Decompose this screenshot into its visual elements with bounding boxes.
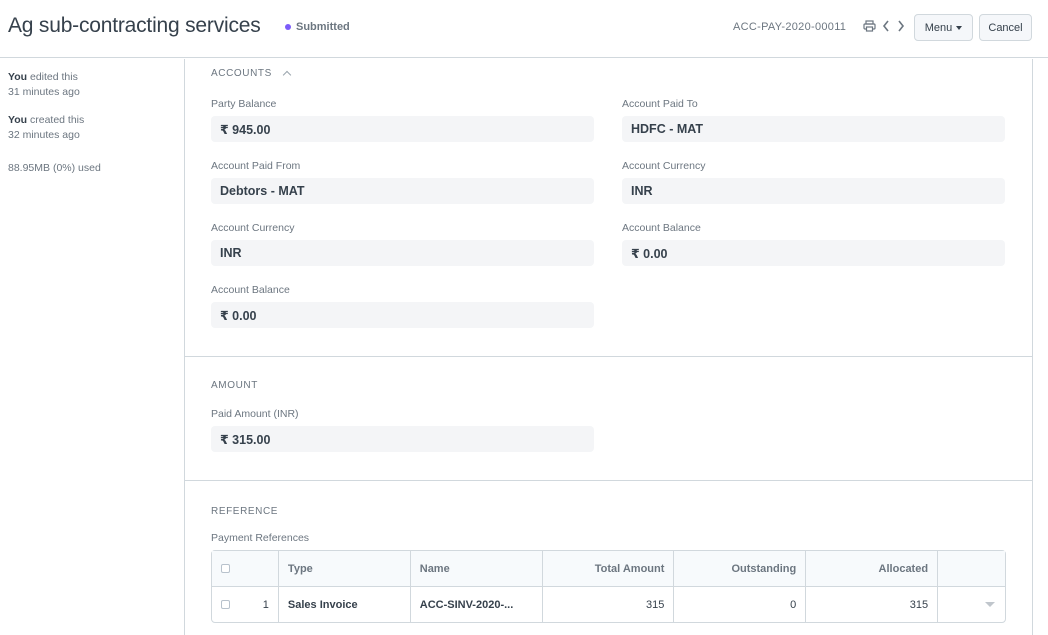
printer-icon[interactable] [862, 17, 876, 35]
party-balance-field: ₹ 945.00 [211, 116, 594, 142]
row-allocated[interactable]: 315 [806, 587, 939, 622]
account-currency-from-label: Account Currency [211, 222, 295, 234]
row-select-cell: 1 [212, 587, 279, 622]
party-balance-label: Party Balance [211, 98, 277, 110]
column-outstanding: Outstanding [674, 551, 807, 586]
form-body: ACCOUNTS Party Balance ₹ 945.00 Account … [184, 59, 1033, 635]
timeline-created: You created this 32 minutes ago [8, 113, 84, 143]
account-paid-to-label: Account Paid To [622, 98, 698, 110]
document-name: ACC-PAY-2020-00011 [733, 21, 847, 33]
edited-by[interactable]: You [8, 71, 27, 83]
paid-amount-field: ₹ 315.00 [211, 426, 594, 452]
status-text: Submitted [296, 21, 350, 33]
account-balance-from-field: ₹ 0.00 [211, 302, 594, 328]
account-balance-from-label: Account Balance [211, 284, 290, 296]
created-time: 32 minutes ago [8, 129, 80, 141]
account-balance-to-field: ₹ 0.00 [622, 240, 1005, 266]
row-checkbox[interactable] [221, 600, 230, 609]
chevron-left-icon[interactable] [879, 17, 893, 35]
account-currency-to-label: Account Currency [622, 160, 706, 172]
amount-section: AMOUNT Paid Amount (INR) ₹ 315.00 [185, 357, 1032, 481]
timeline-edited: You edited this 31 minutes ago [8, 70, 80, 100]
column-total-amount: Total Amount [543, 551, 675, 586]
account-paid-to-field[interactable]: HDFC - MAT [622, 116, 1005, 142]
account-paid-from-label: Account Paid From [211, 160, 301, 172]
table-header-row: Type Name Total Amount Outstanding Alloc… [212, 551, 1005, 587]
menu-button[interactable]: Menu [914, 14, 973, 41]
accounts-section: ACCOUNTS Party Balance ₹ 945.00 Account … [185, 59, 1032, 357]
row-type[interactable]: Sales Invoice [279, 587, 411, 622]
created-by[interactable]: You [8, 114, 27, 126]
menu-button-label: Menu [924, 21, 953, 34]
payment-references-table: Type Name Total Amount Outstanding Alloc… [211, 550, 1006, 623]
row-total-amount[interactable]: 315 [543, 587, 675, 622]
page-header: Ag sub-contracting services Submitted AC… [0, 0, 1048, 58]
column-allocated: Allocated [806, 551, 939, 586]
page-title: Ag sub-contracting services [8, 14, 261, 37]
created-action: created this [27, 114, 85, 126]
row-index: 1 [262, 598, 269, 611]
row-expand-cell[interactable] [938, 587, 1005, 622]
header-select-cell [212, 551, 279, 586]
table-row[interactable]: 1 Sales Invoice ACC-SINV-2020-... 315 0 … [212, 587, 1005, 622]
caret-down-icon [956, 25, 963, 30]
status-badge: Submitted [285, 21, 350, 33]
chevron-right-icon[interactable] [894, 17, 908, 35]
row-name[interactable]: ACC-SINV-2020-... [411, 587, 543, 622]
chevron-up-icon [282, 70, 292, 80]
form-sidebar: You edited this 31 minutes ago You creat… [0, 59, 184, 635]
account-balance-to-label: Account Balance [622, 222, 701, 234]
accounts-heading: ACCOUNTS [211, 68, 272, 79]
payment-references-label: Payment References [211, 532, 310, 544]
row-outstanding[interactable]: 0 [674, 587, 807, 622]
accounts-section-toggle[interactable]: ACCOUNTS [211, 68, 292, 80]
edited-time: 31 minutes ago [8, 86, 80, 98]
select-all-checkbox[interactable] [221, 564, 230, 573]
column-name: Name [411, 551, 543, 586]
row-expand-icon[interactable] [984, 602, 995, 607]
column-actions [938, 551, 1005, 586]
account-paid-from-field[interactable]: Debtors - MAT [211, 178, 594, 204]
reference-heading: REFERENCE [211, 506, 279, 517]
column-type: Type [279, 551, 411, 586]
status-dot-icon [285, 24, 291, 30]
paid-amount-label: Paid Amount (INR) [211, 408, 299, 420]
cancel-button[interactable]: Cancel [979, 14, 1032, 41]
account-currency-from-field: INR [211, 240, 594, 266]
account-currency-to-field: INR [622, 178, 1005, 204]
storage-usage: 88.95MB (0%) used [8, 162, 101, 174]
amount-heading: AMOUNT [211, 380, 258, 391]
edited-action: edited this [27, 71, 78, 83]
